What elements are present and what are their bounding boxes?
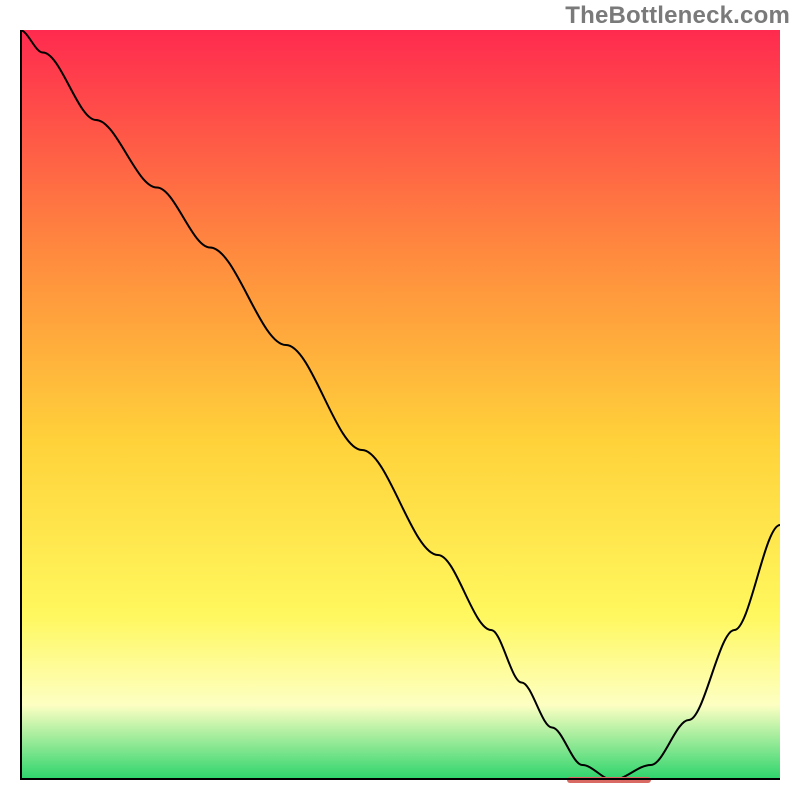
bottleneck-curve bbox=[20, 30, 780, 780]
y-axis bbox=[20, 30, 22, 780]
plot-area bbox=[20, 30, 780, 780]
chart-frame: TheBottleneck.com bbox=[0, 0, 800, 800]
x-axis bbox=[20, 778, 780, 780]
watermark-text: TheBottleneck.com bbox=[565, 2, 790, 30]
